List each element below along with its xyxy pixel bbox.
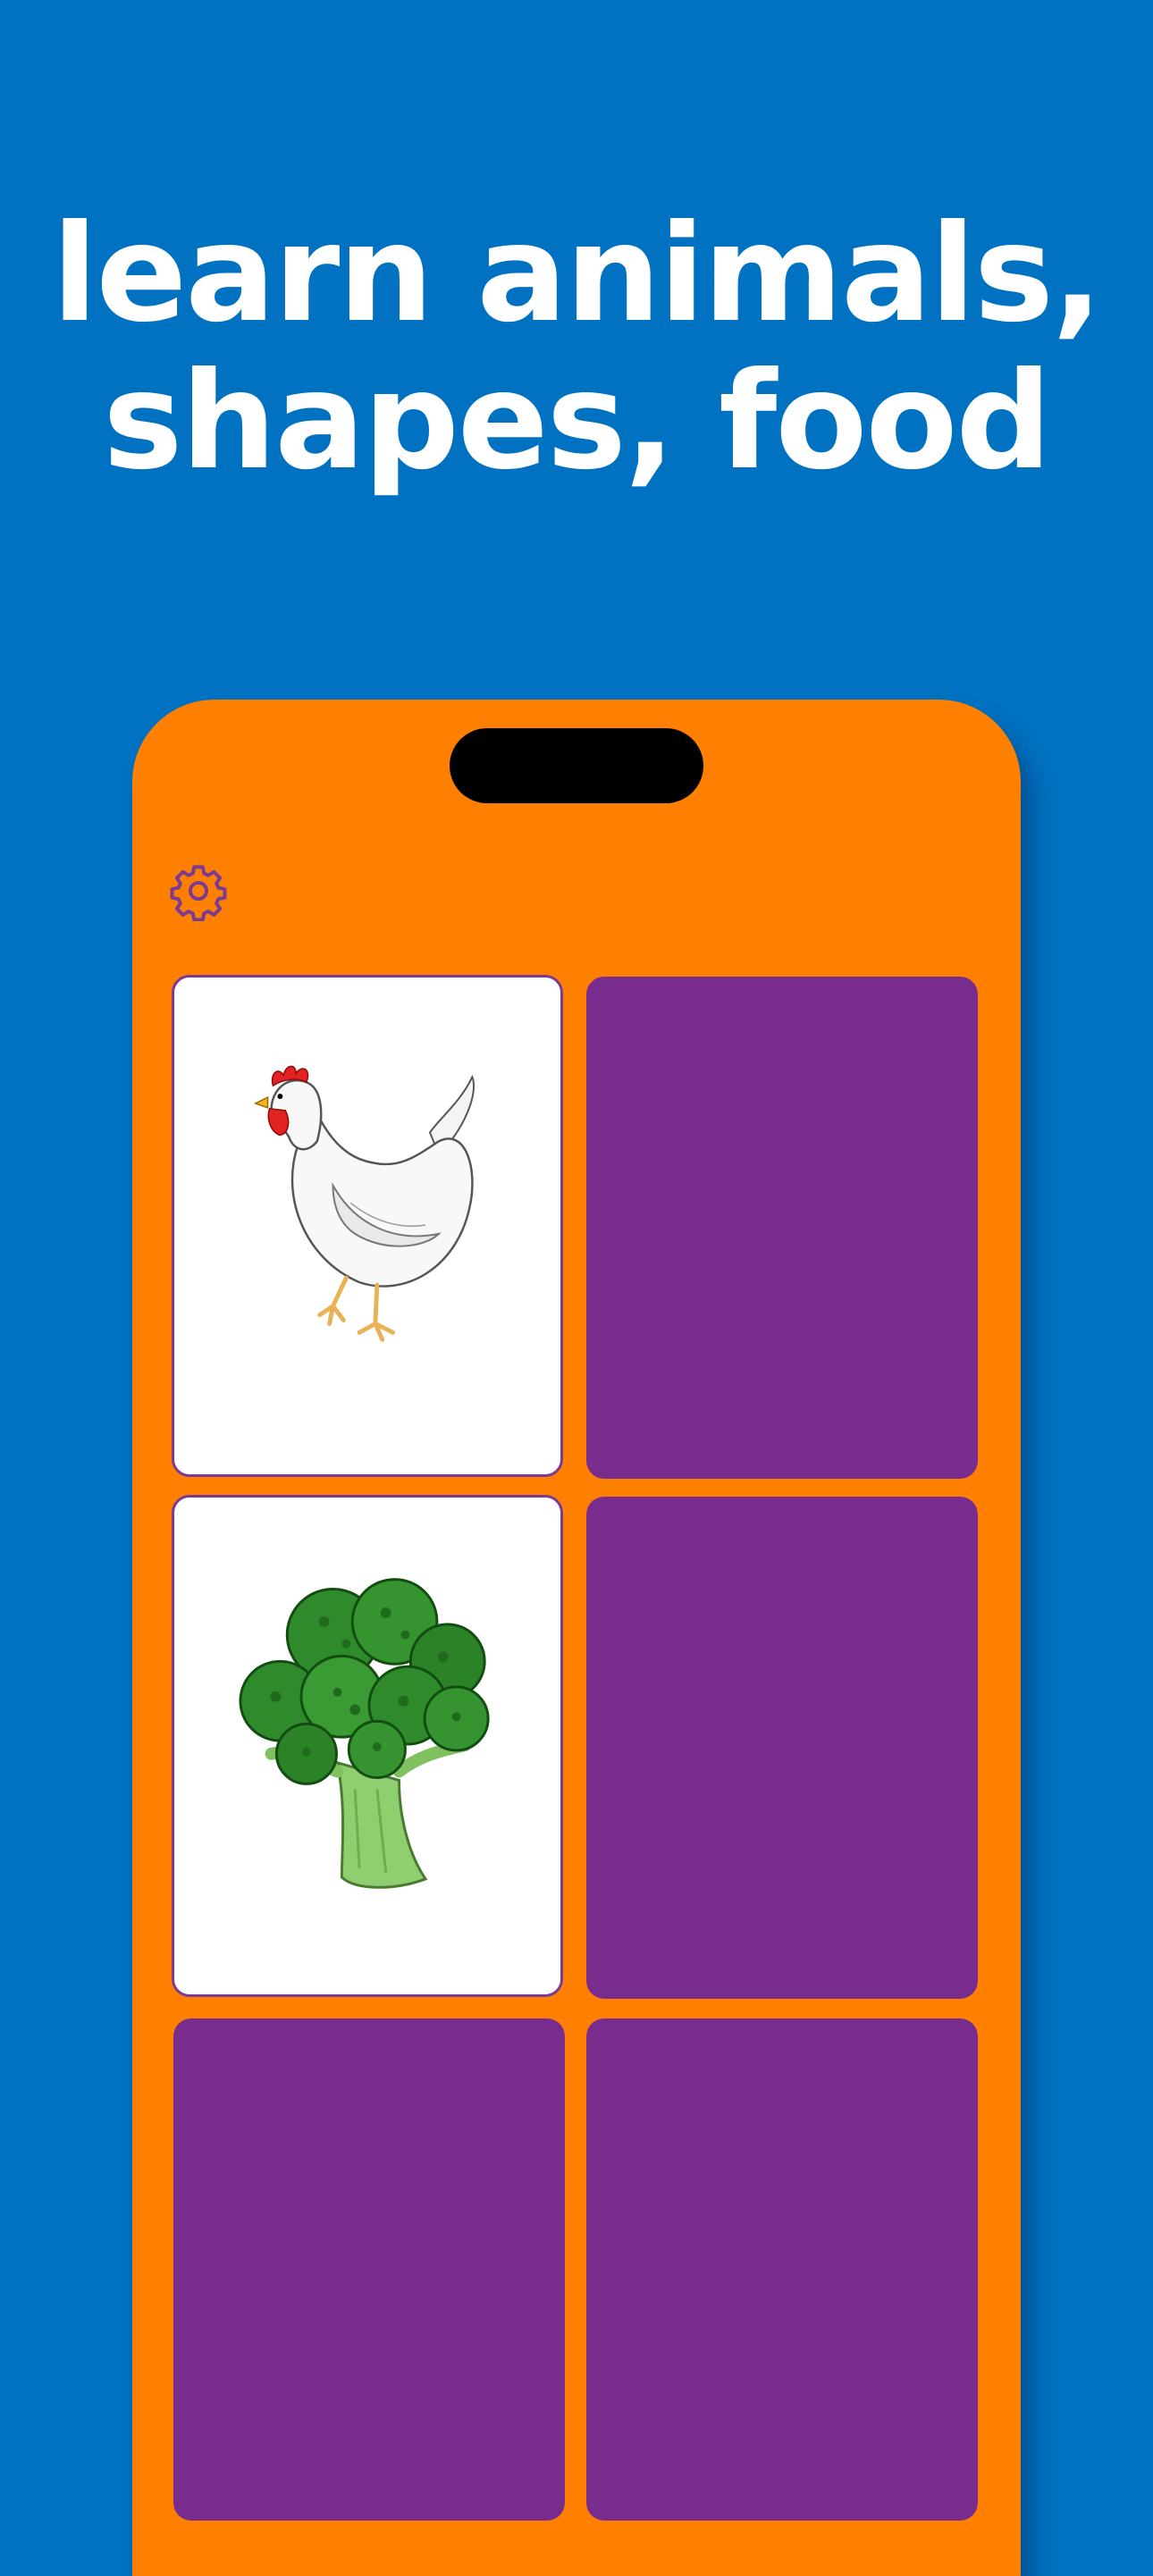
dynamic-island [450, 728, 703, 803]
chicken-image [253, 1065, 476, 1342]
headline-line-1: learn animals, [52, 197, 1103, 352]
memory-card-broccoli[interactable] [172, 1495, 563, 1997]
broccoli-image [239, 1578, 490, 1889]
memory-card-hidden[interactable] [173, 2018, 565, 2521]
gear-icon [170, 865, 227, 921]
memory-card-hidden[interactable] [586, 1497, 978, 1999]
memory-card-hidden[interactable] [586, 977, 978, 1479]
memory-card-hidden[interactable] [586, 2018, 978, 2521]
headline: learn animals, shapes, food [0, 201, 1153, 496]
headline-line-2: shapes, food [103, 344, 1052, 499]
phone-frame [132, 700, 1021, 2576]
settings-button[interactable] [168, 860, 229, 921]
memory-card-chicken[interactable] [172, 975, 563, 1477]
